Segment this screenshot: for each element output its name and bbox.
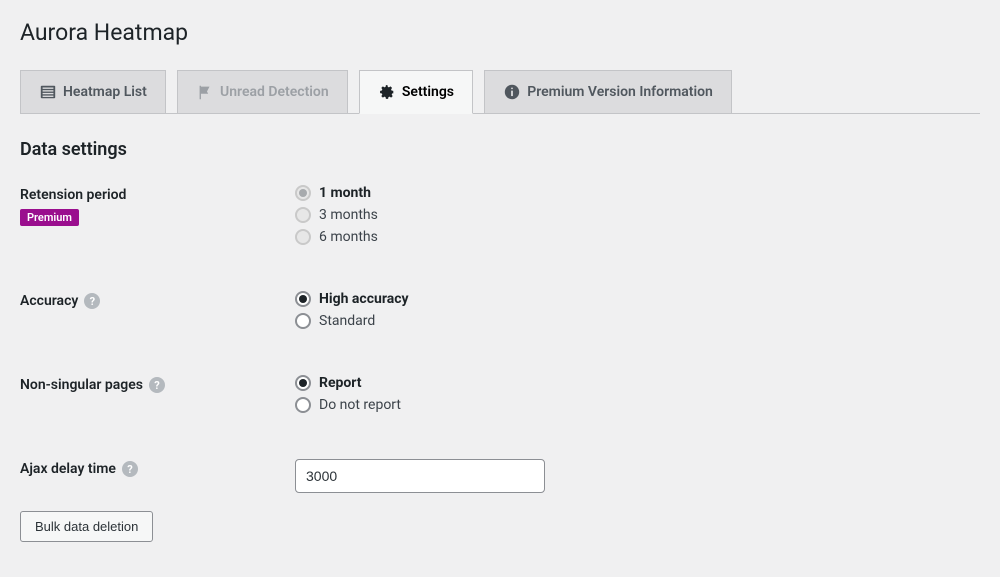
ajax-delay-input[interactable] [295, 459, 545, 493]
radio-nonsingular-report[interactable] [295, 375, 311, 391]
radio-label: Report [319, 375, 362, 391]
premium-badge: Premium [20, 209, 79, 226]
label-nonsingular: Non-singular pages ? [20, 377, 165, 393]
flag-icon [196, 83, 214, 101]
radio-label: 1 month [319, 185, 371, 201]
radio-nonsingular-donotreport[interactable] [295, 397, 311, 413]
list-icon [39, 83, 57, 101]
help-icon[interactable]: ? [84, 293, 100, 309]
radio-accuracy-high[interactable] [295, 291, 311, 307]
radio-retension-3months [295, 207, 311, 223]
radio-retension-6months [295, 229, 311, 245]
tab-label: Heatmap List [63, 84, 147, 100]
info-icon [503, 83, 521, 101]
radio-label: Standard [319, 313, 375, 329]
radio-label: 6 months [319, 229, 378, 245]
help-icon[interactable]: ? [149, 377, 165, 393]
radio-retension-1month [295, 185, 311, 201]
bulk-data-deletion-button[interactable]: Bulk data deletion [20, 511, 153, 542]
label-retension-period: Retension period [20, 187, 126, 203]
radio-label: 3 months [319, 207, 378, 223]
tab-label: Settings [402, 84, 454, 100]
label-ajax-delay: Ajax delay time ? [20, 461, 138, 477]
tab-unread-detection[interactable]: Unread Detection [177, 70, 348, 114]
section-title: Data settings [20, 139, 980, 160]
help-icon[interactable]: ? [122, 461, 138, 477]
tab-bar: Heatmap List Unread Detection Settings P… [20, 70, 980, 114]
radio-accuracy-standard[interactable] [295, 313, 311, 329]
page-title: Aurora Heatmap [20, 10, 980, 50]
radio-label: High accuracy [319, 291, 409, 307]
tab-label: Premium Version Information [527, 84, 713, 100]
label-accuracy: Accuracy ? [20, 293, 100, 309]
gear-icon [378, 83, 396, 101]
tab-premium-info[interactable]: Premium Version Information [484, 70, 732, 114]
tab-settings[interactable]: Settings [359, 70, 473, 114]
radio-label: Do not report [319, 397, 401, 413]
tab-heatmap-list[interactable]: Heatmap List [20, 70, 166, 114]
tab-label: Unread Detection [220, 84, 329, 100]
